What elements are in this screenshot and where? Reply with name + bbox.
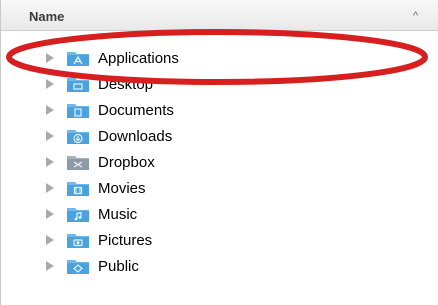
item-label: Music [98,206,138,223]
public-folder-icon [66,257,90,275]
list-item[interactable]: Dropbox [1,149,438,175]
pictures-folder-icon [66,231,90,249]
music-folder-icon [66,205,90,223]
item-label: Movies [98,180,146,197]
item-label: Public [98,258,139,275]
list-item[interactable]: Desktop [1,71,438,97]
disclosure-triangle-icon[interactable] [46,79,54,89]
disclosure-triangle-icon[interactable] [46,105,54,115]
desktop-folder-icon [66,75,90,93]
downloads-folder-icon [66,127,90,145]
item-label: Documents [98,102,174,119]
name-column-label[interactable]: Name [29,9,64,24]
disclosure-triangle-icon[interactable] [46,261,54,271]
list-item[interactable]: Documents [1,97,438,123]
list-item[interactable]: Public [1,253,438,279]
disclosure-triangle-icon[interactable] [46,157,54,167]
disclosure-triangle-icon[interactable] [46,131,54,141]
item-label: Downloads [98,128,173,145]
finder-window: Name ^ Applications Desktop Documents Do… [0,0,438,305]
disclosure-triangle-icon[interactable] [46,53,54,63]
chevron-up-icon[interactable]: ^ [413,10,418,22]
item-label: Dropbox [98,154,155,171]
disclosure-triangle-icon[interactable] [46,235,54,245]
list-item[interactable]: Movies [1,175,438,201]
list-item[interactable]: Music [1,201,438,227]
column-header[interactable]: Name ^ [1,0,438,31]
disclosure-triangle-icon[interactable] [46,209,54,219]
list-item[interactable]: Downloads [1,123,438,149]
dropbox-folder-icon [66,153,90,171]
list-item[interactable]: Applications [1,45,438,71]
item-label: Pictures [98,232,153,249]
disclosure-triangle-icon[interactable] [46,183,54,193]
documents-folder-icon [66,101,90,119]
applications-folder-icon [66,49,90,67]
list-item[interactable]: Pictures [1,227,438,253]
item-label: Applications [98,50,179,67]
item-label: Desktop [98,76,154,93]
movies-folder-icon [66,179,90,197]
